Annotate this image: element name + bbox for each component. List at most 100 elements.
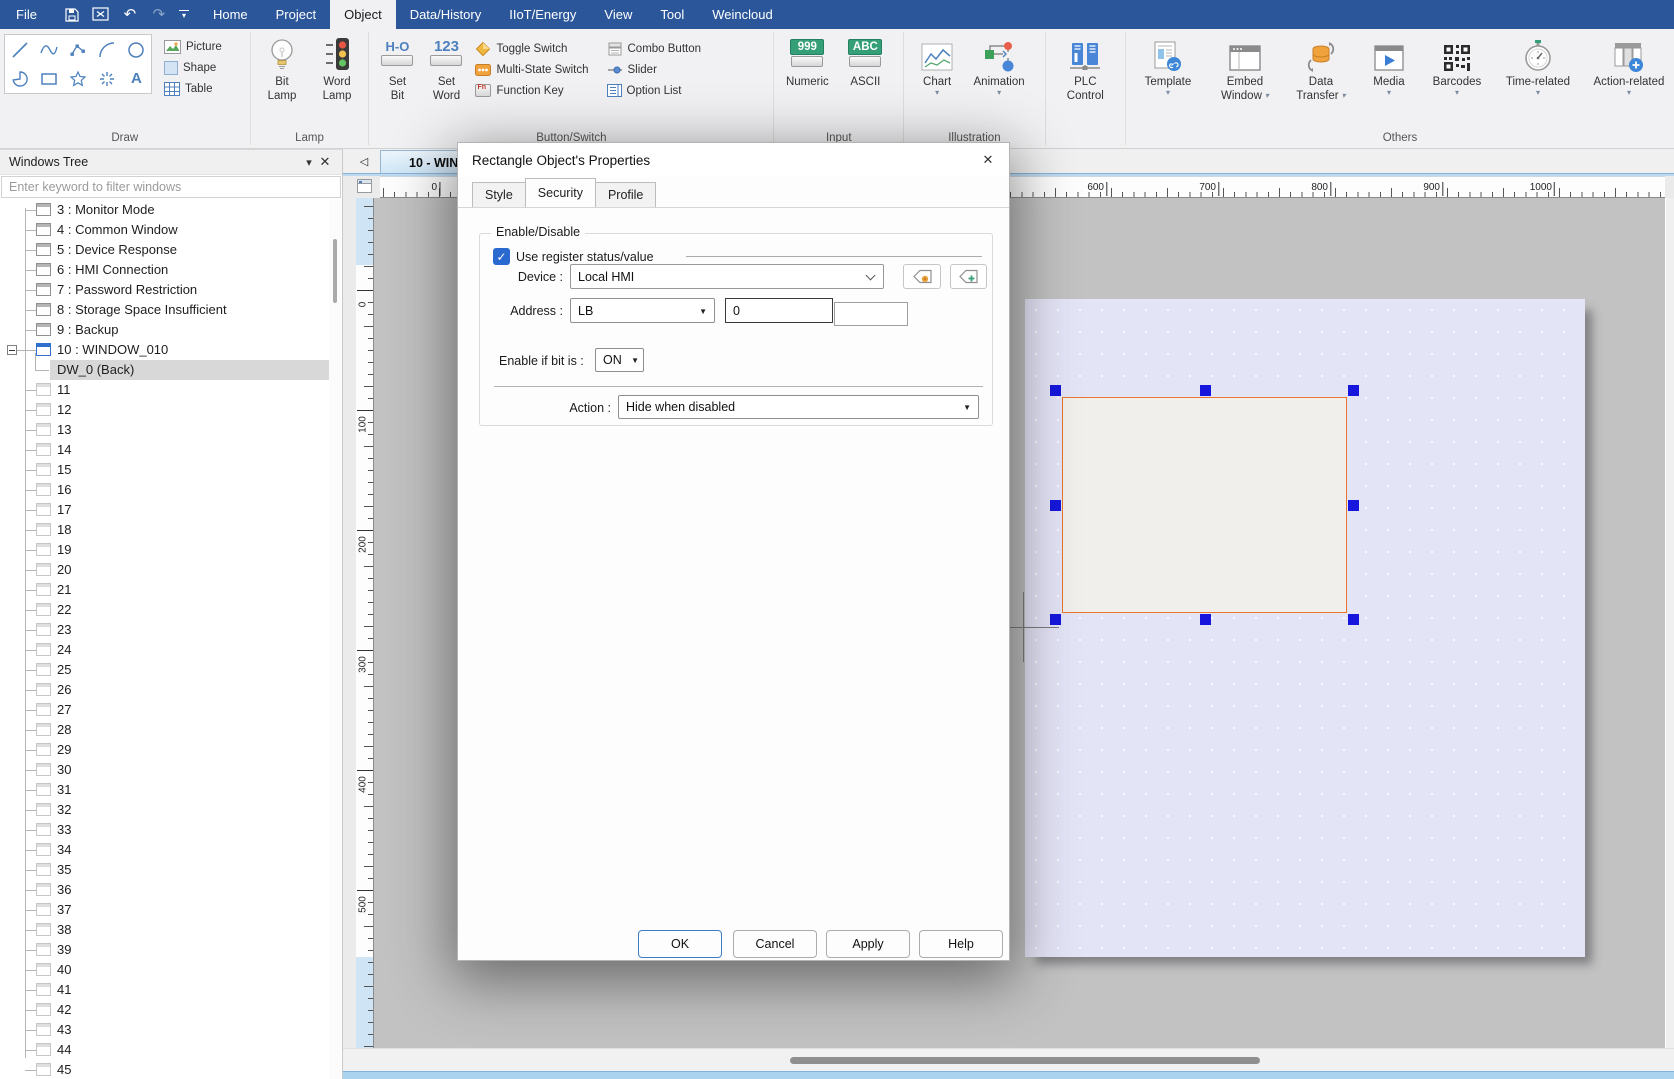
tree-item[interactable]: 3 : Monitor Mode (0, 200, 330, 220)
scatter-dots-tool-icon[interactable] (96, 68, 118, 90)
tree-item[interactable]: 21 (0, 580, 330, 600)
star-tool-icon[interactable] (67, 68, 89, 90)
function-key-button[interactable]: Fn Function Key (471, 80, 592, 101)
tree-item[interactable]: 10 : WINDOW_010 (0, 340, 330, 360)
tree-item[interactable]: DW_0 (Back) (0, 360, 330, 380)
device-tag-add-button[interactable] (950, 264, 987, 289)
canvas-horizontal-scrollbar[interactable] (343, 1048, 1674, 1071)
tree-item[interactable]: 8 : Storage Space Insufficient (0, 300, 330, 320)
panel-close-icon[interactable]: ✕ (317, 154, 333, 170)
resize-handle-bottom-left[interactable] (1050, 614, 1061, 625)
set-bit-button[interactable]: H-O Set Bit (373, 32, 421, 103)
option-list-button[interactable]: Option List (603, 80, 706, 101)
tree-item[interactable]: 23 (0, 620, 330, 640)
tree-item[interactable]: 6 : HMI Connection (0, 260, 330, 280)
tree-item[interactable]: 4 : Common Window (0, 220, 330, 240)
template-caret-icon[interactable] (1166, 89, 1170, 97)
slider-button[interactable]: Slider (603, 59, 706, 80)
tab-profile[interactable]: Profile (595, 182, 656, 207)
word-lamp-button[interactable]: Word Lamp (309, 32, 364, 103)
panel-dropdown-icon[interactable]: ▾ (301, 156, 317, 169)
tree-item[interactable]: 44 (0, 1040, 330, 1060)
resize-handle-middle-left[interactable] (1050, 500, 1061, 511)
text-tool-icon[interactable]: A (125, 68, 147, 90)
ruler-corner-icon[interactable] (357, 179, 372, 193)
dialog-titlebar[interactable]: Rectangle Object's Properties (458, 143, 1009, 177)
tree-scrollbar-thumb[interactable] (333, 239, 337, 303)
canvas-vertical-scrollbar[interactable] (1665, 198, 1674, 1048)
menu-tab-object[interactable]: Object (330, 0, 396, 29)
tab-security[interactable]: Security (525, 178, 596, 207)
dialog-close-icon[interactable] (977, 149, 999, 171)
pie-tool-icon[interactable] (9, 68, 31, 90)
canvas-hscroll-thumb[interactable] (790, 1057, 1260, 1064)
chart-caret-icon[interactable] (935, 89, 939, 97)
tree-item[interactable]: 35 (0, 860, 330, 880)
selected-rectangle-object[interactable] (1062, 397, 1347, 613)
data-transfer-caret-icon[interactable] (1342, 92, 1346, 100)
table-button[interactable]: Table (160, 78, 226, 99)
cancel-button[interactable]: Cancel (733, 930, 817, 958)
tree-item[interactable]: 24 (0, 640, 330, 660)
resize-handle-top-left[interactable] (1050, 385, 1061, 396)
animation-caret-icon[interactable] (997, 89, 1001, 97)
ok-button[interactable]: OK (638, 930, 722, 958)
enable-bit-combobox[interactable]: ON (595, 348, 644, 372)
tree-item[interactable]: 27 (0, 700, 330, 720)
use-register-checkbox[interactable] (493, 248, 510, 265)
action-related-caret-icon[interactable] (1627, 89, 1631, 97)
tab-style[interactable]: Style (472, 182, 526, 207)
set-word-button[interactable]: 123 Set Word (421, 32, 471, 103)
tree-item[interactable]: 20 (0, 560, 330, 580)
tree-filter-input[interactable] (2, 177, 340, 197)
tree-item[interactable]: 30 (0, 760, 330, 780)
circle-tool-icon[interactable] (125, 39, 147, 61)
tree-item[interactable]: 32 (0, 800, 330, 820)
time-related-button[interactable]: Time-related (1500, 32, 1576, 97)
data-transfer-button[interactable]: Data Transfer (1290, 32, 1352, 103)
tree-item[interactable]: 45 (0, 1060, 330, 1079)
tree-scrollbar[interactable] (329, 200, 341, 1079)
polyline-tool-icon[interactable] (67, 39, 89, 61)
media-caret-icon[interactable] (1387, 89, 1391, 97)
freehand-tool-icon[interactable] (38, 39, 60, 61)
tree-item[interactable]: 15 (0, 460, 330, 480)
menu-tab-iiot-energy[interactable]: IIoT/Energy (495, 0, 590, 29)
shape-button[interactable]: Shape (160, 57, 226, 78)
tree-item[interactable]: 41 (0, 980, 330, 1000)
redo-icon[interactable]: ↷ (150, 6, 168, 24)
menu-tab-project[interactable]: Project (262, 0, 330, 29)
help-button[interactable]: Help (919, 930, 1003, 958)
bit-lamp-button[interactable]: Bit Lamp (254, 32, 309, 103)
tree-item[interactable]: 14 (0, 440, 330, 460)
quick-access-caret-icon[interactable] (179, 10, 189, 20)
plc-control-button[interactable]: PLC Control (1056, 32, 1114, 103)
tree-item[interactable]: 28 (0, 720, 330, 740)
device-tag-settings-button[interactable] (903, 264, 941, 289)
embed-window-button[interactable]: Embed Window (1212, 32, 1278, 103)
tree-item[interactable]: 22 (0, 600, 330, 620)
tree-item[interactable]: 38 (0, 920, 330, 940)
resize-handle-middle-right[interactable] (1348, 500, 1359, 511)
menu-tab-tool[interactable]: Tool (646, 0, 698, 29)
tree-item[interactable]: 34 (0, 840, 330, 860)
tree-item[interactable]: 13 (0, 420, 330, 440)
simulation-icon[interactable] (92, 6, 110, 24)
menu-tab-data-history[interactable]: Data/History (396, 0, 496, 29)
address-value-input[interactable]: 0 (725, 298, 833, 323)
resize-handle-bottom-right[interactable] (1348, 614, 1359, 625)
resize-handle-top-middle[interactable] (1200, 385, 1211, 396)
tree-item[interactable]: 26 (0, 680, 330, 700)
tree-item[interactable]: 31 (0, 780, 330, 800)
apply-button[interactable]: Apply (826, 930, 910, 958)
tree-item[interactable]: 16 (0, 480, 330, 500)
address-type-combobox[interactable]: LB (570, 298, 715, 323)
tree-item[interactable]: 18 (0, 520, 330, 540)
tree-item[interactable]: 25 (0, 660, 330, 680)
tree-item[interactable]: 17 (0, 500, 330, 520)
tree-item[interactable]: 7 : Password Restriction (0, 280, 330, 300)
combo-button-button[interactable]: Combo Button (603, 38, 706, 59)
tree-item[interactable]: 42 (0, 1000, 330, 1020)
tree-item[interactable]: 39 (0, 940, 330, 960)
action-related-button[interactable]: Action-related (1588, 32, 1670, 97)
